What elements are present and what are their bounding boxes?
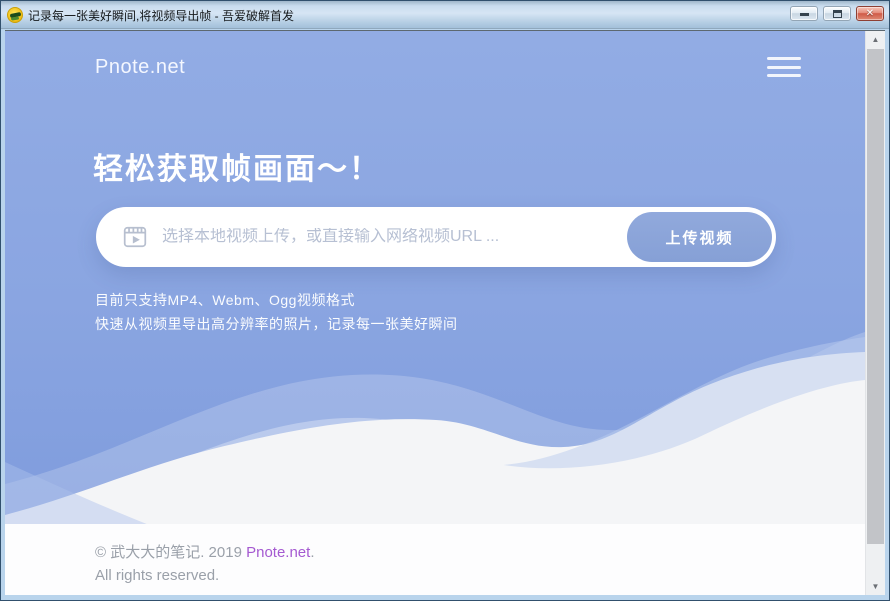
close-icon: ✕ <box>866 9 874 19</box>
window-controls: ✕ <box>790 6 884 21</box>
vertical-scrollbar[interactable]: ▲ ▼ <box>865 31 885 595</box>
app-window: 记录每一张美好瞬间,将视频导出帧 - 吾爱破解首发 ✕ Pnote.net 轻松… <box>0 0 890 601</box>
page-footer: © 武大大的笔记. 2019 Pnote.net. All rights res… <box>5 524 865 595</box>
rights-line: All rights reserved. <box>95 564 865 587</box>
minimize-button[interactable] <box>790 6 818 21</box>
page-title: 轻松获取帧画面～！ <box>93 144 381 188</box>
supported-formats-note: 目前只支持MP4、Webm、Ogg视频格式 <box>95 288 458 312</box>
scrollbar-thumb[interactable] <box>867 49 884 544</box>
app-icon <box>7 7 23 23</box>
copyright-text: © 武大大的笔记. 2019 <box>95 544 246 561</box>
close-button[interactable]: ✕ <box>856 6 884 21</box>
copyright-line: © 武大大的笔记. 2019 Pnote.net. <box>95 541 865 564</box>
web-page: Pnote.net 轻松获取帧画面～！ <box>5 31 865 595</box>
window-client-area: Pnote.net 轻松获取帧画面～！ <box>5 30 885 595</box>
video-upload-bar: 上传视频 <box>96 207 776 267</box>
scroll-up-button[interactable]: ▲ <box>866 31 885 48</box>
scroll-down-button[interactable]: ▼ <box>866 578 885 595</box>
maximize-button[interactable] <box>823 6 851 21</box>
hero-section: Pnote.net 轻松获取帧画面～！ <box>5 31 865 524</box>
video-url-input[interactable] <box>162 228 616 246</box>
hamburger-menu-icon[interactable] <box>767 56 801 78</box>
footer-site-link[interactable]: Pnote.net <box>246 544 310 561</box>
scroll-down-icon: ▼ <box>872 582 880 591</box>
copyright-period: . <box>310 544 314 561</box>
upload-video-button[interactable]: 上传视频 <box>627 212 772 262</box>
site-logo[interactable]: Pnote.net <box>95 56 185 79</box>
window-title: 记录每一张美好瞬间,将视频导出帧 - 吾爱破解首发 <box>28 6 790 24</box>
scroll-up-icon: ▲ <box>872 35 880 44</box>
wave-decoration <box>5 324 865 524</box>
minimize-icon <box>800 13 809 16</box>
titlebar[interactable]: 记录每一张美好瞬间,将视频导出帧 - 吾爱破解首发 ✕ <box>1 1 889 29</box>
top-navigation: Pnote.net <box>95 54 801 80</box>
video-file-icon <box>122 224 148 250</box>
maximize-icon <box>833 10 842 18</box>
